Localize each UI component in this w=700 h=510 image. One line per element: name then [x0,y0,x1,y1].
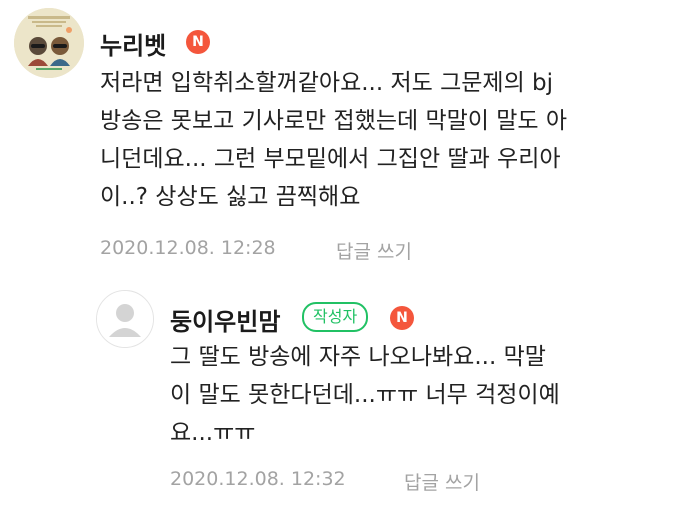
comment-line: 이..? 상상도 싫고 끔찍해요 [100,184,361,210]
comment-line: 요...ㅠㅠ [170,420,256,446]
writer-badge: 작성자 [302,302,369,332]
reply-button[interactable]: 답글 쓰기 [336,237,412,264]
author-name[interactable]: 누리벳 [100,26,166,61]
comment-line: 이 말도 못한다던데...ㅠㅠ 너무 걱정이예 [170,382,560,408]
new-badge: N [390,306,414,330]
comment-line: 니던데요... 그런 부모밑에서 그집안 딸과 우리아 [100,146,561,172]
comment-body: 저라면 입학취소할꺼같아요... 저도 그문제의 bj 방송은 못보고 기사로만… [100,64,567,216]
comment-line: 저라면 입학취소할꺼같아요... 저도 그문제의 bj [100,70,554,96]
new-badge: N [186,30,210,54]
comment-date: 2020.12.08. 12:28 [100,237,276,259]
author-name[interactable]: 둥이우빈맘 [170,302,280,337]
comment-body: 그 딸도 방송에 자주 나오나봐요... 막말 이 말도 못한다던데...ㅠㅠ … [170,338,560,452]
default-profile-icon[interactable] [96,290,154,348]
comment-line: 방송은 못보고 기사로만 접했는데 막말이 말도 아 [100,108,568,134]
comment-line: 그 딸도 방송에 자주 나오나봐요... 막말 [170,344,546,370]
profile-photo-icon[interactable] [14,8,84,78]
comment-date: 2020.12.08. 12:32 [170,468,346,490]
reply-button[interactable]: 답글 쓰기 [404,468,480,495]
